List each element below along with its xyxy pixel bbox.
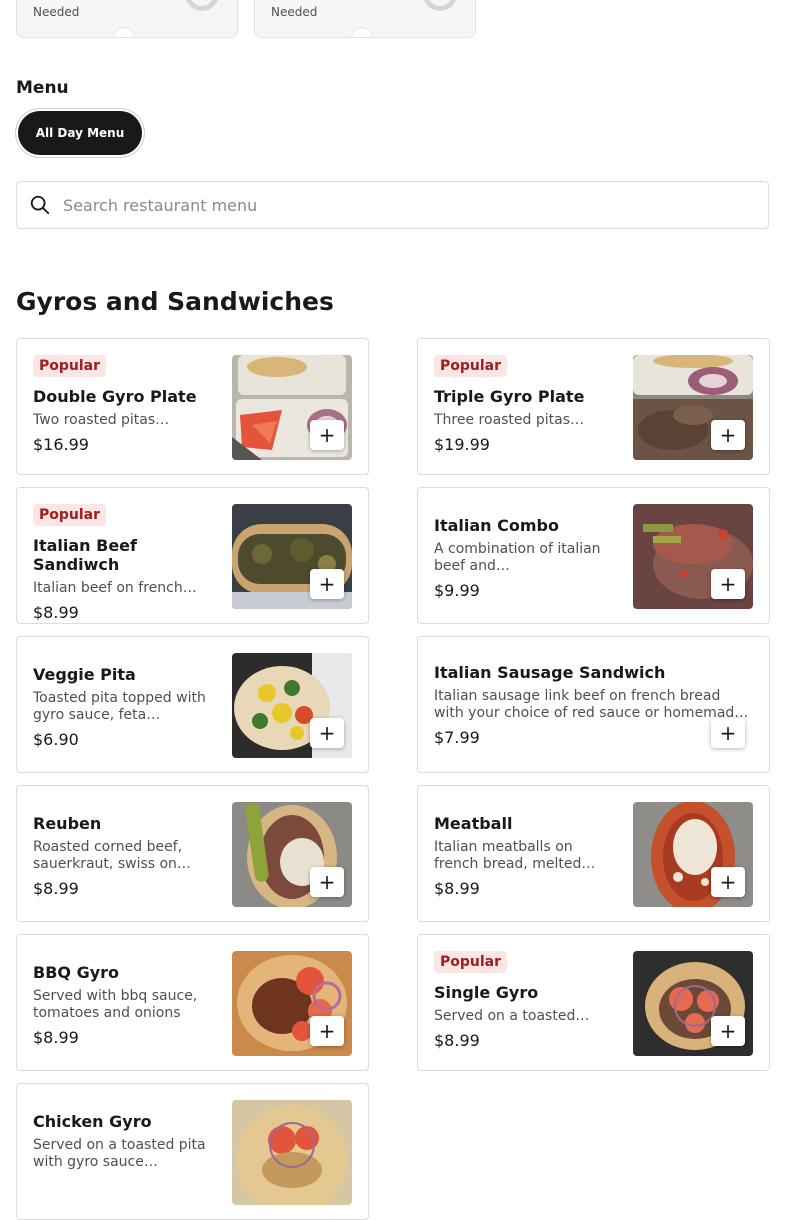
item-name: Italian Combo — [434, 516, 559, 535]
card-knob — [351, 27, 373, 37]
item-info: Italian Combo A combination of italian b… — [434, 516, 609, 615]
item-description: Italian sausage link beef on french brea… — [434, 688, 749, 721]
menu-search[interactable] — [16, 181, 769, 229]
item-info: Veggie Pita Toasted pita topped with gyr… — [33, 665, 208, 764]
add-to-cart-button[interactable]: + — [711, 569, 745, 599]
item-name: Single Gyro — [434, 983, 539, 1002]
plus-icon: + — [719, 572, 737, 596]
item-info: Popular Double Gyro Plate Two roasted pi… — [33, 355, 208, 466]
menu-tab-all-day[interactable]: All Day Menu — [18, 111, 142, 155]
progress-ring-icon — [423, 0, 457, 11]
progress-ring-icon — [185, 0, 219, 11]
item-name: Double Gyro Plate — [33, 387, 197, 406]
menu-item-card[interactable]: Italian Sausage Sandwich Italian sausage… — [417, 636, 770, 773]
plus-icon: + — [318, 423, 336, 447]
plus-icon: + — [719, 721, 737, 745]
item-info: Reuben Roasted corned beef, sauerkraut, … — [33, 814, 208, 913]
item-info: Italian Sausage Sandwich Italian sausage… — [434, 663, 751, 764]
chicken-gyro-photo — [232, 1100, 352, 1205]
menu-item-card[interactable]: Veggie Pita Toasted pita topped with gyr… — [16, 636, 369, 773]
deal-card[interactable]: Needed — [16, 0, 238, 38]
menu-item-card[interactable]: Chicken Gyro Served on a toasted pita wi… — [16, 1083, 369, 1220]
section-title: Gyros and Sandwiches — [16, 287, 334, 316]
item-price: $8.99 — [33, 879, 79, 898]
item-description: Served with bbq sauce, tomatoes and onio… — [33, 988, 198, 1021]
deal-label: Needed — [33, 5, 80, 19]
add-to-cart-button[interactable]: + — [711, 1016, 745, 1046]
item-info: Popular Italian Beef Sandiwch Italian be… — [33, 504, 208, 622]
item-price: $7.99 — [434, 728, 480, 747]
plus-icon: + — [719, 1019, 737, 1043]
item-name: Triple Gyro Plate — [434, 387, 585, 406]
item-description: Three roasted pitas… — [434, 412, 585, 428]
plus-icon: + — [719, 870, 737, 894]
item-description: Italian beef on french… — [33, 580, 197, 596]
item-description: A combination of italian beef and… — [434, 541, 601, 574]
add-to-cart-button[interactable]: + — [310, 718, 344, 748]
item-price: $6.90 — [33, 730, 79, 749]
plus-icon: + — [318, 870, 336, 894]
add-to-cart-button[interactable]: + — [711, 420, 745, 450]
item-price: $16.99 — [33, 435, 89, 454]
plus-icon: + — [318, 572, 336, 596]
item-description: Served on a toasted… — [434, 1008, 590, 1024]
menu-item-card[interactable]: Popular Double Gyro Plate Two roasted pi… — [16, 338, 369, 475]
item-price: $8.99 — [33, 603, 79, 622]
item-price: $8.99 — [434, 1031, 480, 1050]
add-to-cart-button[interactable]: + — [711, 718, 745, 748]
card-knob — [113, 27, 135, 37]
item-name: Italian Sausage Sandwich — [434, 663, 666, 682]
add-to-cart-button[interactable]: + — [310, 1016, 344, 1046]
item-name: BBQ Gyro — [33, 963, 120, 982]
plus-icon: + — [318, 721, 336, 745]
item-name: Meatball — [434, 814, 513, 833]
add-to-cart-button[interactable]: + — [310, 867, 344, 897]
item-price: $9.99 — [434, 581, 480, 600]
menu-item-card[interactable]: Popular Single Gyro Served on a toasted…… — [417, 934, 770, 1071]
menu-item-card[interactable]: Italian Combo A combination of italian b… — [417, 487, 770, 624]
menu-heading: Menu — [16, 78, 69, 98]
item-description: Italian meatballs on french bread, melte… — [434, 839, 596, 872]
item-description: Served on a toasted pita with gyro sauce… — [33, 1137, 206, 1170]
item-price: $8.99 — [33, 1028, 79, 1047]
item-info: Popular Triple Gyro Plate Three roasted … — [434, 355, 609, 466]
popular-badge: Popular — [434, 355, 508, 377]
plus-icon: + — [719, 423, 737, 447]
add-to-cart-button[interactable]: + — [310, 420, 344, 450]
menu-item-card[interactable]: Meatball Italian meatballs on french bre… — [417, 785, 770, 922]
item-info: Popular Single Gyro Served on a toasted…… — [434, 951, 609, 1062]
item-price: $19.99 — [434, 435, 490, 454]
menu-item-card[interactable]: Popular Italian Beef Sandiwch Italian be… — [16, 487, 369, 624]
popular-badge: Popular — [33, 355, 107, 377]
menu-item-card[interactable]: Popular Triple Gyro Plate Three roasted … — [417, 338, 770, 475]
item-description: Roasted corned beef, sauerkraut, swiss o… — [33, 839, 191, 872]
plus-icon: + — [318, 1019, 336, 1043]
popular-badge: Popular — [434, 951, 508, 973]
item-description: Toasted pita topped with gyro sauce, fet… — [33, 690, 206, 723]
item-info: Meatball Italian meatballs on french bre… — [434, 814, 609, 913]
item-price: $8.99 — [434, 879, 480, 898]
deal-label: Needed — [271, 5, 318, 19]
item-name: Italian Beef Sandiwch — [33, 536, 137, 574]
item-info: Chicken Gyro Served on a toasted pita wi… — [33, 1112, 208, 1211]
deal-card[interactable]: Needed — [254, 0, 476, 38]
item-description: Two roasted pitas… — [33, 412, 170, 428]
menu-item-card[interactable]: BBQ Gyro Served with bbq sauce, tomatoes… — [16, 934, 369, 1071]
item-name: Reuben — [33, 814, 102, 833]
search-input[interactable] — [61, 194, 768, 216]
add-to-cart-button[interactable]: + — [310, 569, 344, 599]
item-name: Veggie Pita — [33, 665, 136, 684]
search-icon — [30, 195, 50, 215]
menu-item-card[interactable]: Reuben Roasted corned beef, sauerkraut, … — [16, 785, 369, 922]
popular-badge: Popular — [33, 504, 107, 526]
add-to-cart-button[interactable]: + — [711, 867, 745, 897]
item-info: BBQ Gyro Served with bbq sauce, tomatoes… — [33, 963, 208, 1062]
item-name: Chicken Gyro — [33, 1112, 152, 1131]
